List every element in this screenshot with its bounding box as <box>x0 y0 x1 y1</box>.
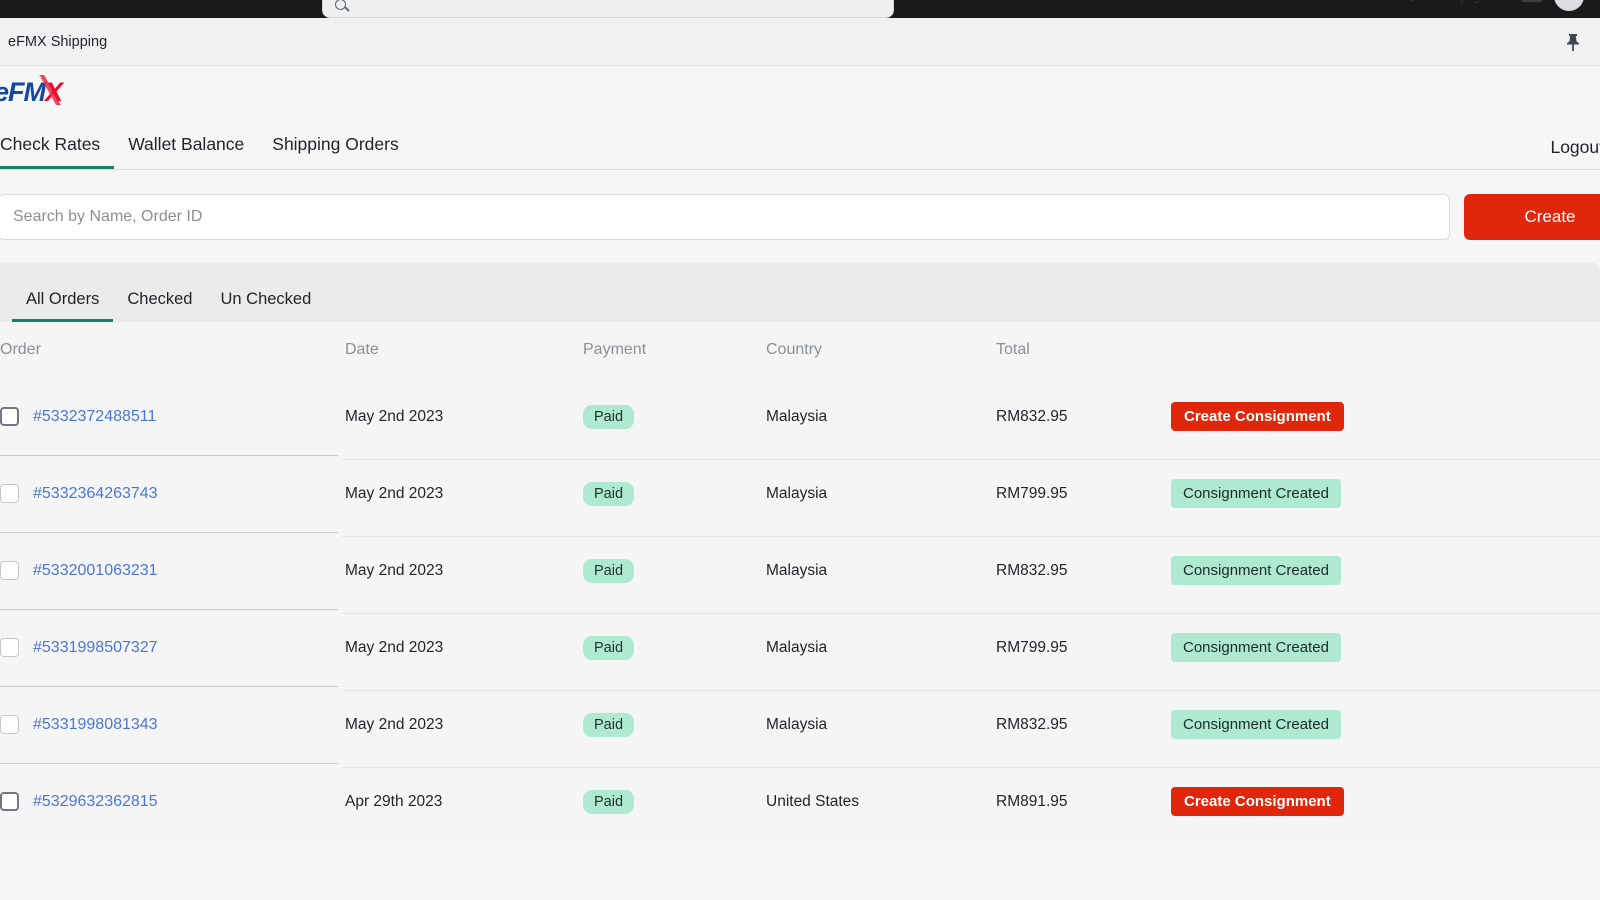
order-id-link[interactable]: #5331998081343 <box>33 716 158 734</box>
table-row[interactable]: #5331998081343 May 2nd 2023 Paid Malaysia RM… <box>0 686 1600 763</box>
order-country: Malaysia <box>766 715 828 733</box>
order-id-link[interactable]: #5332364263743 <box>33 485 158 503</box>
nav-item-wallet-balance[interactable]: Wallet Balance <box>114 134 258 169</box>
column-header-total: Total <box>996 341 1030 358</box>
consignment-created-badge: Consignment Created <box>1171 710 1341 739</box>
order-id-link[interactable]: #5331998507327 <box>33 639 158 657</box>
orders-tab-bar: All Orders Checked Un Checked <box>0 262 1600 322</box>
tab-all-orders[interactable]: All Orders <box>12 290 114 322</box>
order-action-cell: Consignment Created <box>1171 556 1600 585</box>
admin-bar-actions: + Setup guide A <box>1406 0 1600 18</box>
payment-status-badge: Paid <box>583 558 635 583</box>
create-consignment-button[interactable]: Create Consignment <box>1171 402 1344 431</box>
order-id-link[interactable]: #5329632362815 <box>33 793 158 811</box>
pin-icon[interactable] <box>1564 32 1582 52</box>
tab-checked[interactable]: Checked <box>113 290 206 322</box>
order-date: May 2nd 2023 <box>345 561 444 579</box>
efmx-logo: eFMX <box>0 74 72 106</box>
consignment-created-badge: Consignment Created <box>1171 556 1341 585</box>
table-row[interactable]: #5329632362815 Apr 29th 2023 Paid United St… <box>0 763 1600 840</box>
row-checkbox[interactable] <box>0 715 19 734</box>
logo-swoosh-icon <box>28 74 72 105</box>
payment-status-badge: Paid <box>583 789 635 814</box>
order-country: Malaysia <box>766 407 828 425</box>
order-date: May 2nd 2023 <box>345 407 444 425</box>
table-body: #5332372488511 May 2nd 2023 Paid Malaysia RM… <box>0 378 1600 840</box>
consignment-created-badge: Consignment Created <box>1171 479 1341 508</box>
order-total: RM832.95 <box>996 407 1068 425</box>
payment-status-badge: Paid <box>583 404 635 429</box>
order-country: Malaysia <box>766 484 828 502</box>
order-total: RM832.95 <box>996 715 1068 733</box>
order-date: Apr 29th 2023 <box>345 792 443 810</box>
order-action-cell: Consignment Created <box>1171 479 1600 508</box>
order-date: May 2nd 2023 <box>345 638 444 656</box>
column-header-date: Date <box>345 341 379 358</box>
row-checkbox[interactable] <box>0 561 19 580</box>
create-consignment-button[interactable]: Create Consignment <box>1171 787 1344 816</box>
order-total: RM799.95 <box>996 484 1068 502</box>
nav-item-shipping-orders[interactable]: Shipping Orders <box>258 134 412 169</box>
search-icon <box>335 0 346 10</box>
order-total: RM832.95 <box>996 561 1068 579</box>
nav-items: Check Rates Wallet Balance Shipping Orde… <box>0 134 413 169</box>
order-country: United States <box>766 792 860 810</box>
create-button[interactable]: Create <box>1464 194 1600 240</box>
row-checkbox[interactable] <box>0 484 19 503</box>
avatar[interactable]: A <box>1554 0 1584 11</box>
app-frame: eFMX Check Rates Wallet Balance Shipping… <box>0 66 1600 900</box>
order-country: Malaysia <box>766 561 828 579</box>
tab-un-checked[interactable]: Un Checked <box>206 290 325 322</box>
search-input[interactable] <box>0 194 1450 240</box>
nav-item-check-rates[interactable]: Check Rates <box>0 134 115 169</box>
table-row[interactable]: #5331998507327 May 2nd 2023 Paid Malaysia RM… <box>0 609 1600 686</box>
shopify-admin-bar: + Setup guide A <box>0 0 1600 18</box>
order-action-cell: Create Consignment <box>1171 402 1600 431</box>
table-row[interactable]: #5332372488511 May 2nd 2023 Paid Malaysia RM… <box>0 378 1600 455</box>
row-checkbox[interactable] <box>0 638 19 657</box>
order-action-cell: Consignment Created <box>1171 633 1600 662</box>
orders-table: Order Date Payment Country Total #533237… <box>0 322 1600 840</box>
order-total: RM799.95 <box>996 638 1068 656</box>
order-action-cell: Consignment Created <box>1171 710 1600 739</box>
column-header-order: Order <box>0 341 41 358</box>
row-checkbox[interactable] <box>0 407 19 426</box>
payment-status-badge: Paid <box>583 481 635 506</box>
consignment-created-badge: Consignment Created <box>1171 633 1341 662</box>
bell-icon[interactable] <box>1522 0 1542 5</box>
column-header-country: Country <box>766 341 823 358</box>
table-row[interactable]: #5332364263743 May 2nd 2023 Paid Malaysia RM… <box>0 455 1600 532</box>
embedded-app-title-bar: eFMX Shipping <box>0 18 1600 66</box>
setup-guide-label[interactable]: Setup guide <box>1431 0 1508 4</box>
order-total: RM891.95 <box>996 792 1068 810</box>
order-date: May 2nd 2023 <box>345 484 444 502</box>
table-header-row: Order Date Payment Country Total <box>0 322 1600 378</box>
plus-icon[interactable]: + <box>1406 0 1417 5</box>
main-navigation: Check Rates Wallet Balance Shipping Orde… <box>0 118 1600 170</box>
row-checkbox[interactable] <box>0 792 19 811</box>
payment-status-badge: Paid <box>583 635 635 660</box>
order-action-cell: Create Consignment <box>1171 787 1600 816</box>
order-country: Malaysia <box>766 638 828 656</box>
order-date: May 2nd 2023 <box>345 715 444 733</box>
brand-logo-row: eFMX <box>0 66 1600 118</box>
order-id-link[interactable]: #5332001063231 <box>33 562 158 580</box>
column-header-payment: Payment <box>583 341 647 358</box>
payment-status-badge: Paid <box>583 712 635 737</box>
admin-search-box[interactable] <box>322 0 894 18</box>
app-title: eFMX Shipping <box>8 33 108 50</box>
order-id-link[interactable]: #5332372488511 <box>33 408 156 426</box>
search-row: Create <box>0 170 1600 262</box>
table-row[interactable]: #5332001063231 May 2nd 2023 Paid Malaysia RM… <box>0 532 1600 609</box>
logout-link[interactable]: Logout <box>1550 137 1600 169</box>
